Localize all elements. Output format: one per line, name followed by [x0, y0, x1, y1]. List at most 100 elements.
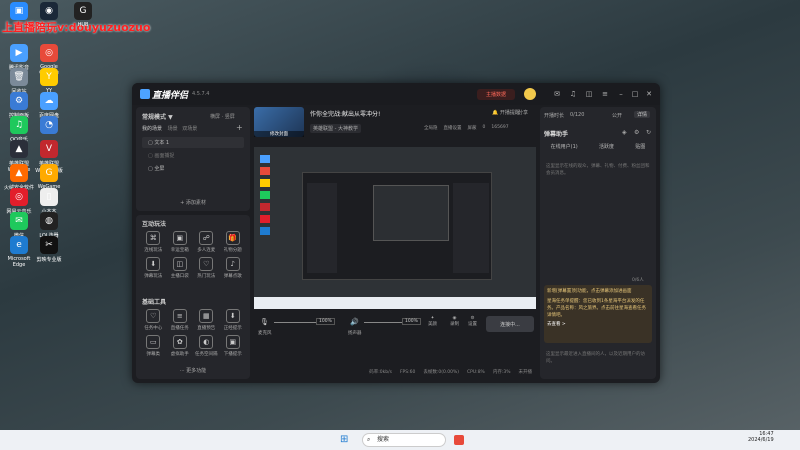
scene-item-text[interactable]: ▢ 文本 1	[142, 137, 244, 148]
shirt-icon[interactable]: ◫	[584, 89, 594, 99]
taskbar-search[interactable]: ⌕ 搜索	[362, 433, 446, 447]
tool-button[interactable]: 🎁 礼物分题	[220, 231, 247, 253]
go-live-button[interactable]: 连接中...	[486, 316, 534, 332]
desktop-icon[interactable]: ▲火绒安全软件	[2, 164, 36, 191]
desktop-icon[interactable]: G HUB	[66, 2, 100, 28]
tool-button[interactable]: ⌘ 连线玩法	[140, 231, 167, 253]
speaker-slider[interactable]	[364, 322, 402, 323]
app-icon: ▲	[10, 164, 28, 182]
fps: FPS:60	[399, 369, 416, 375]
tool-button[interactable]: ⬇ 弹幕玩法	[140, 257, 167, 279]
windows-start-icon[interactable]: ⊞	[340, 434, 352, 446]
scene-item-fullscreen[interactable]: ▢ 全屏	[142, 163, 244, 174]
avatar[interactable]	[524, 88, 536, 100]
start-reminder-label: 开播提醒	[499, 110, 520, 116]
visibility-toggle[interactable]: 公开	[612, 112, 622, 119]
minimize-icon[interactable]: –	[616, 89, 626, 99]
settings-button[interactable]: ⚙ 设置	[468, 316, 477, 327]
tool-button[interactable]: ✿ 虚拟助手	[167, 335, 194, 357]
tool-button[interactable]: ≡ 直播任务	[167, 309, 194, 331]
desktop-icon[interactable]: ▣	[2, 2, 36, 22]
tool-button[interactable]: ◫ 主播口袋	[167, 257, 194, 279]
speaker-icon[interactable]: 🔊	[350, 318, 359, 326]
add-scene-icon[interactable]: +	[236, 123, 244, 132]
mail-icon[interactable]: ✉	[552, 89, 562, 99]
streamer-data-button[interactable]: 主播数据	[477, 89, 515, 100]
scene-tab-double[interactable]: 双场景	[182, 126, 197, 132]
tool-button[interactable]: ▣ 幸运宝箱	[167, 231, 194, 253]
settings-icon[interactable]: ⚙	[634, 129, 639, 136]
tab-stickers[interactable]: 贴图	[635, 143, 645, 150]
start-reminder-button[interactable]: 🔔 开播提醒	[492, 109, 520, 116]
tool-button[interactable]: ☍ 多人连麦	[193, 231, 220, 253]
app-icon: e	[10, 236, 28, 254]
stat-item[interactable]: 直播设置	[444, 125, 462, 131]
desktop-icon[interactable]: ◍LOL选器	[32, 212, 66, 239]
desktop-icon[interactable]: ⚙控制面板	[2, 92, 36, 119]
desktop-icon[interactable]: ☁百度网盘	[32, 92, 66, 119]
refresh-icon[interactable]: ↻	[646, 129, 651, 136]
desktop-icon[interactable]: ◎网易云音乐	[2, 188, 36, 215]
tool-button[interactable]: ◐ 任务空间隔	[193, 335, 220, 357]
task-notice-link[interactable]: 去查看 >	[547, 321, 649, 328]
desktop-icon[interactable]: G WeGame	[32, 164, 66, 190]
bell-icon[interactable]: ♫	[568, 89, 578, 99]
tool-button[interactable]: ♡ 热门玩法	[193, 257, 220, 279]
desktop-icon[interactable]: ✉微信	[2, 212, 36, 239]
stream-preview[interactable]	[254, 147, 536, 309]
tool-button[interactable]: ⬇ 正经提示	[220, 309, 247, 331]
mic-volume[interactable]: 100%	[316, 318, 335, 325]
desktop-icon[interactable]: ✂ 剪映专业版	[32, 236, 66, 263]
desktop-icon[interactable]: 🗑回收站	[2, 68, 36, 95]
popup-counter: 0/6人	[632, 278, 644, 283]
cover-image[interactable]: 修改封面	[254, 107, 304, 137]
profile-button[interactable]: 详情	[634, 111, 651, 118]
desktop-icon[interactable]: ◉	[32, 2, 66, 22]
tool-label: 弹幕类	[146, 352, 161, 357]
add-material-button[interactable]: + 添加素材	[142, 199, 244, 206]
record-button[interactable]: ◉ 录制	[450, 316, 459, 327]
speaker-volume[interactable]: 100%	[402, 318, 421, 325]
tab-activity[interactable]: 活跃度	[599, 143, 614, 150]
right-tabs: 在线用户(1) 活跃度 贴图	[540, 143, 656, 150]
tool-label: 正经提示	[223, 326, 242, 331]
titlebar: 直播伴侣 4.5.7.4 主播数据 ✉ ♫ ◫ ≡ – □ ✕	[132, 83, 660, 105]
close-icon[interactable]: ✕	[644, 89, 654, 99]
scene-tab-single[interactable]: 场景	[168, 126, 178, 132]
pin-icon[interactable]: ◈	[622, 129, 627, 136]
tool-button[interactable]: ▦ 直播预告	[193, 309, 220, 331]
tool-icon: ☍	[199, 231, 214, 245]
taskbar-app-icon[interactable]	[454, 435, 464, 445]
taskbar-clock[interactable]: 16:47 2024/6/19	[748, 431, 774, 443]
maximize-icon[interactable]: □	[630, 89, 640, 99]
beauty-icon: ✦	[430, 316, 435, 321]
category-selector[interactable]: 英雄联盟 - 大神教学	[310, 124, 361, 133]
desktop-icon[interactable]: e Microsoft Edge	[2, 236, 36, 268]
stat-item[interactable]: 全局隐	[424, 125, 438, 131]
stat-item[interactable]: 屏蔽	[468, 125, 477, 131]
edit-cover-label[interactable]: 修改封面	[254, 131, 304, 137]
desktop-icon[interactable]: Y YY	[32, 68, 66, 94]
microphone-icon[interactable]: 🎙	[260, 318, 269, 326]
desktop-icon[interactable]: ▯小本本	[32, 188, 66, 215]
tool-button[interactable]: ♡ 任务中心	[140, 309, 167, 331]
tool-label: 主播口袋	[170, 274, 189, 279]
orientation-toggle[interactable]: 横屏 · 竖屏	[210, 113, 244, 120]
orientation-portrait[interactable]: 竖屏	[225, 114, 235, 120]
tool-button[interactable]: ▣ 下播提示	[220, 335, 247, 357]
menu-icon[interactable]: ≡	[600, 89, 610, 99]
mic-slider[interactable]	[274, 322, 316, 323]
orientation-landscape[interactable]: 横屏	[210, 114, 220, 120]
more-features-button[interactable]: ··· 更多功能	[142, 367, 244, 374]
desktop-icon[interactable]: ◔	[32, 116, 66, 136]
scene-item-capture[interactable]: ▢ 画面捕捉	[142, 150, 244, 161]
tab-online-users[interactable]: 在线用户(1)	[551, 143, 578, 150]
tool-button[interactable]: ♪ 弹幕点歌	[220, 257, 247, 279]
beauty-button[interactable]: ✦ 美颜	[428, 316, 437, 327]
share-button[interactable]: 分享	[518, 109, 528, 116]
desktop-icon[interactable]: ♫QQ音乐	[2, 116, 36, 143]
stat-item: 0	[482, 125, 486, 130]
tool-button[interactable]: ▭ 弹幕类	[140, 335, 167, 357]
stream-title[interactable]: 作你全完战:献出从零冲分!	[310, 109, 380, 118]
desktop-icon[interactable]: ▶腾讯影音	[2, 44, 36, 71]
